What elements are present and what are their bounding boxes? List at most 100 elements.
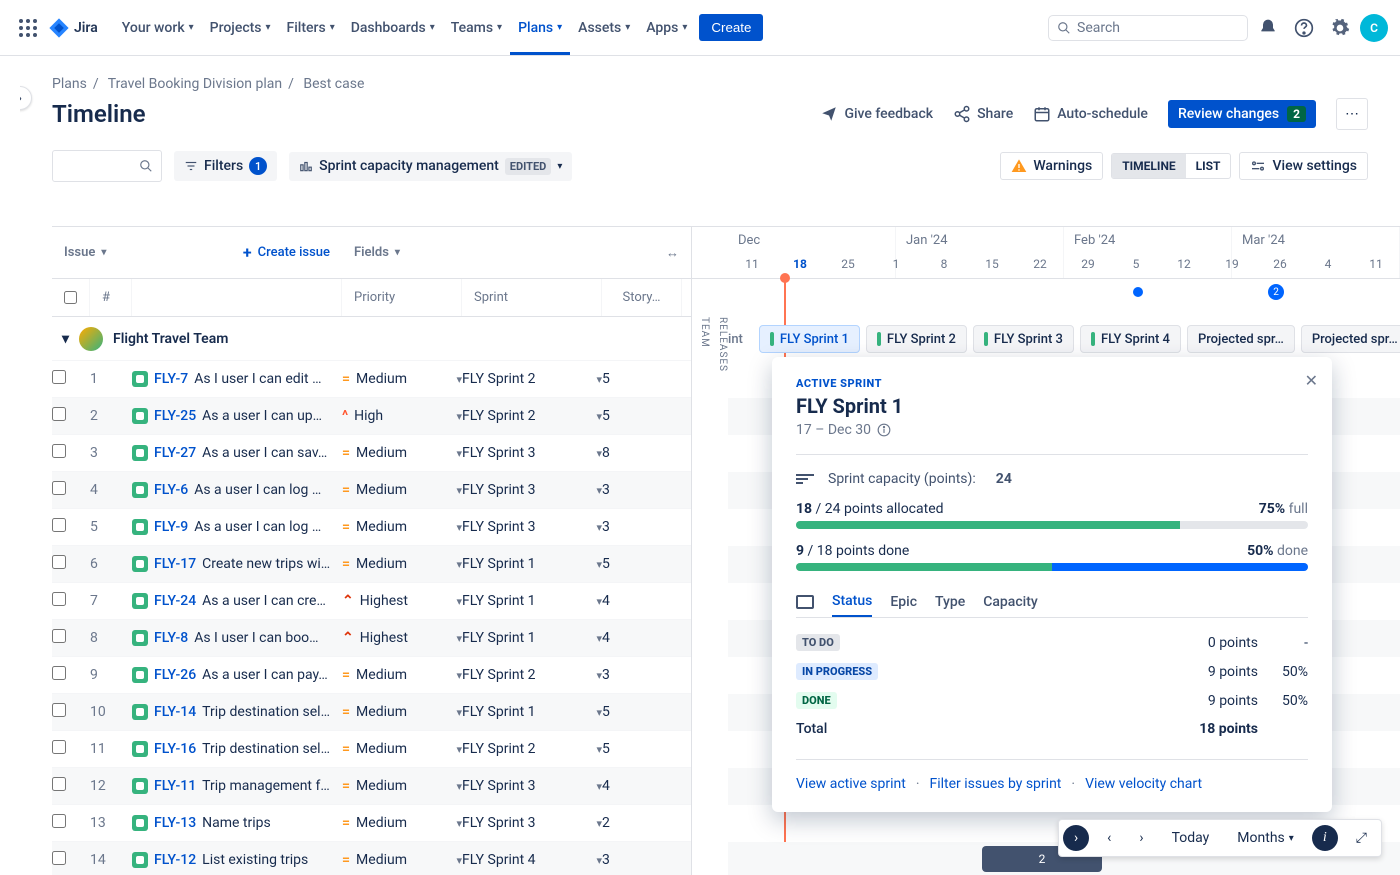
prev-period-icon[interactable]: ‹ [1097,824,1121,852]
collapse-icon[interactable]: ▾ [62,331,69,347]
help-icon[interactable] [1288,12,1320,44]
settings-icon[interactable] [1324,12,1356,44]
release-marker-icon[interactable] [1133,287,1143,297]
issue-key-link[interactable]: FLY-17 [154,556,196,572]
issue-key-link[interactable]: FLY-9 [154,519,188,535]
table-row[interactable]: 14FLY-12List existing trips=Medium▾FLY S… [52,842,691,875]
table-row[interactable]: 3FLY-27As a user I can sav…=Medium▾FLY S… [52,435,691,472]
app-switcher-icon[interactable] [12,12,44,44]
table-row[interactable]: 2FLY-25As a user I can up…^High▾FLY Spri… [52,398,691,435]
scroll-next-icon[interactable]: › [1063,825,1089,851]
today-button[interactable]: Today [1162,824,1220,852]
more-actions-icon[interactable]: ⋯ [1336,98,1368,130]
issue-key-link[interactable]: FLY-8 [154,630,188,646]
breadcrumb-plan[interactable]: Travel Booking Division plan [108,76,282,92]
tab-epic[interactable]: Epic [890,588,917,616]
table-row[interactable]: 13FLY-13Name trips=Medium▾FLY Sprint 3▾2 [52,805,691,842]
issue-key-link[interactable]: FLY-16 [154,741,196,757]
table-row[interactable]: 7FLY-24As a user I can cre…⌃Highest▾FLY … [52,583,691,620]
sprint-chip[interactable]: Projected spr… [1187,325,1295,353]
team-group-row[interactable]: ▾ Flight Travel Team [52,317,691,361]
give-feedback-button[interactable]: Give feedback [820,105,933,123]
issue-key-link[interactable]: FLY-6 [154,482,188,498]
row-checkbox[interactable] [52,444,66,458]
column-resize-icon[interactable]: ↔ [462,227,691,278]
share-button[interactable]: Share [953,105,1013,123]
row-checkbox[interactable] [52,629,66,643]
issue-key-link[interactable]: FLY-25 [154,408,196,424]
create-issue-button[interactable]: +Create issue [243,243,330,262]
table-row[interactable]: 10FLY-14Trip destination sel…=Medium▾FLY… [52,694,691,731]
nav-projects[interactable]: Projects▾ [202,1,279,55]
table-row[interactable]: 11FLY-16Trip destination sel…=Medium▾FLY… [52,731,691,768]
sprint-capacity-button[interactable]: Sprint capacity management EDITED ▾ [289,152,572,181]
tab-type[interactable]: Type [935,588,965,616]
table-row[interactable]: 8FLY-8As I user I can book …⌃Highest▾FLY… [52,620,691,657]
zoom-unit-select[interactable]: Months ▾ [1227,824,1304,852]
row-checkbox[interactable] [52,518,66,532]
issue-key-link[interactable]: FLY-26 [154,667,196,683]
tab-status[interactable]: Status [832,587,872,617]
issue-key-link[interactable]: FLY-12 [154,852,196,868]
view-settings-button[interactable]: View settings [1239,152,1368,180]
global-search[interactable]: Search [1048,15,1248,41]
row-checkbox[interactable] [52,777,66,791]
view-list-tab[interactable]: LIST [1186,154,1231,178]
nav-dashboards[interactable]: Dashboards▾ [343,1,443,55]
nav-assets[interactable]: Assets▾ [570,1,638,55]
list-view-icon[interactable] [796,595,814,609]
row-checkbox[interactable] [52,407,66,421]
sprint-chip[interactable]: FLY Sprint 4 [1080,325,1181,353]
sprint-chip[interactable]: FLY Sprint 1 [759,325,860,353]
velocity-chart-link[interactable]: View velocity chart [1085,776,1202,792]
fullscreen-icon[interactable]: ⤢ [1346,824,1377,852]
breadcrumb-scenario[interactable]: Best case [303,76,364,92]
close-icon[interactable]: ✕ [1305,371,1318,390]
row-checkbox[interactable] [52,481,66,495]
breadcrumb-plans[interactable]: Plans [52,76,87,92]
row-checkbox[interactable] [52,740,66,754]
review-changes-button[interactable]: Review changes 2 [1168,100,1316,128]
row-checkbox[interactable] [52,814,66,828]
warnings-button[interactable]: Warnings [1000,152,1103,180]
sprint-chip[interactable]: FLY Sprint 3 [973,325,1074,353]
jira-logo[interactable]: Jira [48,17,98,39]
issue-key-link[interactable]: FLY-14 [154,704,196,720]
row-checkbox[interactable] [52,592,66,606]
fields-column-header[interactable]: Fields▾ [342,227,462,278]
sprint-chip[interactable]: FLY Sprint 2 [866,325,967,353]
legend-icon[interactable]: i [1312,825,1338,851]
issue-key-link[interactable]: FLY-13 [154,815,196,831]
notifications-icon[interactable] [1252,12,1284,44]
release-marker-count[interactable]: 2 [1268,284,1284,300]
table-row[interactable]: 5FLY-9As a user I can log i…=Medium▾FLY … [52,509,691,546]
select-all-checkbox[interactable] [64,291,77,304]
filters-button[interactable]: Filters 1 [174,151,277,181]
nav-your-work[interactable]: Your work▾ [114,1,202,55]
issue-key-link[interactable]: FLY-11 [154,778,196,794]
view-timeline-tab[interactable]: TIMELINE [1112,154,1185,178]
auto-schedule-button[interactable]: Auto-schedule [1033,105,1148,123]
issue-key-link[interactable]: FLY-7 [154,371,188,387]
nav-teams[interactable]: Teams▾ [443,1,510,55]
nav-apps[interactable]: Apps▾ [638,1,695,55]
info-icon[interactable] [877,423,891,437]
table-row[interactable]: 12FLY-11Trip management f…=Medium▾FLY Sp… [52,768,691,805]
row-checkbox[interactable] [52,703,66,717]
row-checkbox[interactable] [52,555,66,569]
user-avatar[interactable]: C [1360,14,1388,42]
filter-by-sprint-link[interactable]: Filter issues by sprint [929,776,1061,792]
table-row[interactable]: 4FLY-6As a user I can log i…=Medium▾FLY … [52,472,691,509]
sprint-chip[interactable]: Projected spr… [1301,325,1400,353]
tab-capacity[interactable]: Capacity [983,588,1038,616]
issue-key-link[interactable]: FLY-24 [154,593,196,609]
create-button[interactable]: Create [699,14,763,41]
table-row[interactable]: 9FLY-26As a user I can pay…=Medium▾FLY S… [52,657,691,694]
table-row[interactable]: 1FLY-7As I user I can edit …=Medium▾FLY … [52,361,691,398]
nav-plans[interactable]: Plans▾ [510,1,570,55]
nav-filters[interactable]: Filters▾ [279,1,343,55]
issue-key-link[interactable]: FLY-27 [154,445,196,461]
row-checkbox[interactable] [52,370,66,384]
table-row[interactable]: 6FLY-17Create new trips wi…=Medium▾FLY S… [52,546,691,583]
issue-column-header[interactable]: Issue▾ [64,245,106,260]
